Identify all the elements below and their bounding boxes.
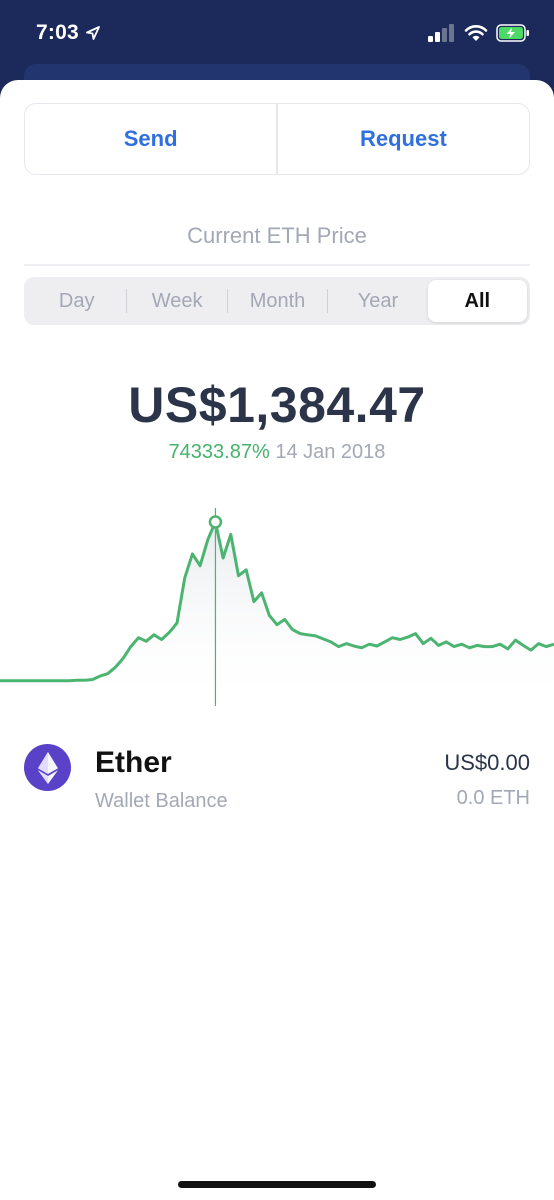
chart-area-fill [0, 522, 554, 710]
price-chart[interactable] [0, 500, 554, 710]
chart-highlight-point[interactable] [208, 515, 223, 529]
tab-day[interactable]: Day [27, 280, 126, 322]
status-time: 7:03 [36, 21, 101, 45]
asset-subtitle: Wallet Balance [95, 790, 228, 812]
section-divider [24, 264, 530, 266]
eth-price: US$1,384.47 [128, 377, 426, 433]
send-button[interactable]: Send [25, 104, 276, 174]
asset-eth-value: 0.0 ETH [456, 787, 530, 809]
price-date: 14 Jan 2018 [275, 441, 386, 463]
status-bar: 7:03 [0, 0, 554, 70]
tab-week[interactable]: Week [127, 280, 226, 322]
wallet-sheet: Send Request Current ETH Price Day Week … [0, 80, 554, 1200]
asset-name: Ether [95, 746, 172, 779]
asset-usd-value: US$0.00 [444, 750, 530, 775]
location-arrow-icon [85, 26, 100, 40]
request-button[interactable]: Request [278, 104, 529, 174]
price-change-row: 74333.87% 14 Jan 2018 [0, 441, 554, 464]
action-row: Send Request [24, 103, 530, 175]
ethereum-icon [24, 744, 71, 791]
tab-year[interactable]: Year [328, 280, 427, 322]
tab-month[interactable]: Month [228, 280, 327, 322]
status-icons [428, 24, 530, 42]
wifi-icon [464, 25, 488, 41]
price-section-label: Current ETH Price [187, 223, 367, 248]
battery-charging-icon [496, 24, 529, 42]
range-selector: Day Week Month Year All [24, 277, 530, 325]
clock-text: 7:03 [36, 21, 79, 44]
home-indicator [178, 1181, 376, 1188]
signal-icon [428, 24, 454, 42]
price-change-percent: 74333.87% [168, 441, 270, 463]
tab-all[interactable]: All [427, 280, 528, 322]
asset-row-ether[interactable]: Ether Wallet Balance US$0.00 0.0 ETH [24, 744, 530, 814]
